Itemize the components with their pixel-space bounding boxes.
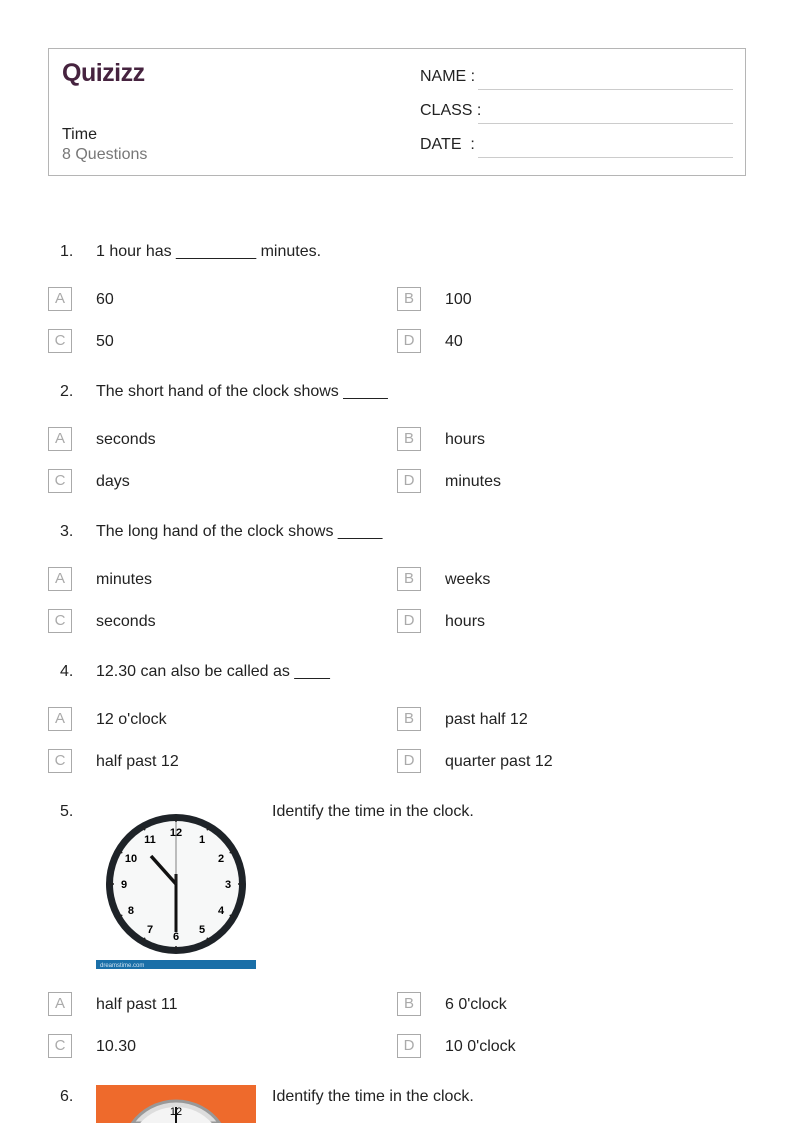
- class-line: [478, 123, 733, 124]
- option-text: quarter past 12: [445, 753, 553, 770]
- option-letter-box[interactable]: D: [397, 609, 421, 633]
- svg-text:1: 1: [199, 834, 205, 846]
- option-letter-box[interactable]: D: [397, 469, 421, 493]
- option-letter-box[interactable]: B: [397, 992, 421, 1016]
- option-text: 40: [445, 333, 463, 350]
- option-text: past half 12: [445, 711, 528, 728]
- option-letter-box[interactable]: B: [397, 567, 421, 591]
- option-text: 50: [96, 333, 114, 350]
- option-text: hours: [445, 613, 486, 630]
- question-number: 5.: [60, 803, 74, 820]
- option-letter-box[interactable]: A: [48, 567, 72, 591]
- option-letter-box[interactable]: C: [48, 469, 72, 493]
- option-letter-box[interactable]: C: [48, 1034, 72, 1058]
- svg-text:5: 5: [199, 924, 205, 936]
- name-label: NAME :: [420, 68, 476, 85]
- svg-text:7: 7: [147, 924, 153, 936]
- worksheet-page: Quizizz Time 8 Questions NAME : CLASS : …: [0, 0, 794, 1123]
- svg-text:6: 6: [173, 931, 179, 943]
- question-text: 12.30 can also be called as ____: [96, 663, 330, 680]
- option-text: 10 0'clock: [445, 1038, 516, 1055]
- option-letter-box[interactable]: C: [48, 329, 72, 353]
- svg-text:9: 9: [121, 879, 127, 891]
- option-text: seconds: [96, 431, 156, 448]
- orange-clock-image: 12: [96, 1085, 256, 1123]
- svg-text:2: 2: [218, 853, 224, 865]
- option-letter-box[interactable]: D: [397, 329, 421, 353]
- date-line: [478, 157, 733, 158]
- option-letter-box[interactable]: A: [48, 992, 72, 1016]
- option-text: days: [96, 473, 130, 490]
- question-number: 3.: [60, 523, 74, 540]
- option-text: 12 o'clock: [96, 711, 167, 728]
- svg-text:3: 3: [225, 879, 231, 891]
- clock-image: 1 2 3 4 5 6 7 8 9 10 11 12 dreamstime.com: [96, 808, 256, 970]
- svg-text:11: 11: [144, 834, 156, 846]
- question-text: Identify the time in the clock.: [272, 1088, 474, 1105]
- svg-text:8: 8: [128, 905, 134, 917]
- option-text: hours: [445, 431, 486, 448]
- option-letter-box[interactable]: B: [397, 427, 421, 451]
- option-letter-box[interactable]: A: [48, 707, 72, 731]
- option-text: 10.30: [96, 1038, 137, 1055]
- option-text: minutes: [445, 473, 502, 490]
- svg-text:10: 10: [125, 853, 137, 865]
- question-number: 6.: [60, 1088, 74, 1105]
- question-text: The long hand of the clock shows _____: [96, 523, 383, 540]
- option-letter-box[interactable]: A: [48, 287, 72, 311]
- question-text: 1 hour has _________ minutes.: [96, 243, 322, 260]
- option-text: seconds: [96, 613, 156, 630]
- svg-text:4: 4: [218, 905, 225, 917]
- option-letter-box[interactable]: D: [397, 1034, 421, 1058]
- option-letter-box[interactable]: C: [48, 749, 72, 773]
- option-letter-box[interactable]: B: [397, 707, 421, 731]
- option-text: 100: [445, 291, 472, 308]
- option-text: weeks: [445, 571, 491, 588]
- name-line: [478, 89, 733, 90]
- quizizz-logo: Quizizz: [62, 59, 145, 87]
- question-number: 2.: [60, 383, 74, 400]
- class-label: CLASS :: [420, 102, 482, 119]
- option-text: 60: [96, 291, 114, 308]
- question-number: 1.: [60, 243, 74, 260]
- option-letter-box[interactable]: D: [397, 749, 421, 773]
- option-text: 6 0'clock: [445, 996, 507, 1013]
- question-number: 4.: [60, 663, 74, 680]
- date-label: DATE :: [420, 136, 475, 153]
- worksheet-title: Time: [62, 126, 97, 143]
- option-letter-box[interactable]: C: [48, 609, 72, 633]
- question-count: 8 Questions: [62, 146, 148, 163]
- question-text: The short hand of the clock shows _____: [96, 383, 388, 400]
- option-text: minutes: [96, 571, 153, 588]
- option-text: half past 11: [96, 996, 178, 1013]
- option-letter-box[interactable]: A: [48, 427, 72, 451]
- question-text: Identify the time in the clock.: [272, 803, 474, 820]
- option-text: half past 12: [96, 753, 179, 770]
- worksheet-header: Quizizz Time 8 Questions NAME : CLASS : …: [48, 48, 746, 176]
- image-watermark: dreamstime.com: [100, 963, 144, 969]
- option-letter-box[interactable]: B: [397, 287, 421, 311]
